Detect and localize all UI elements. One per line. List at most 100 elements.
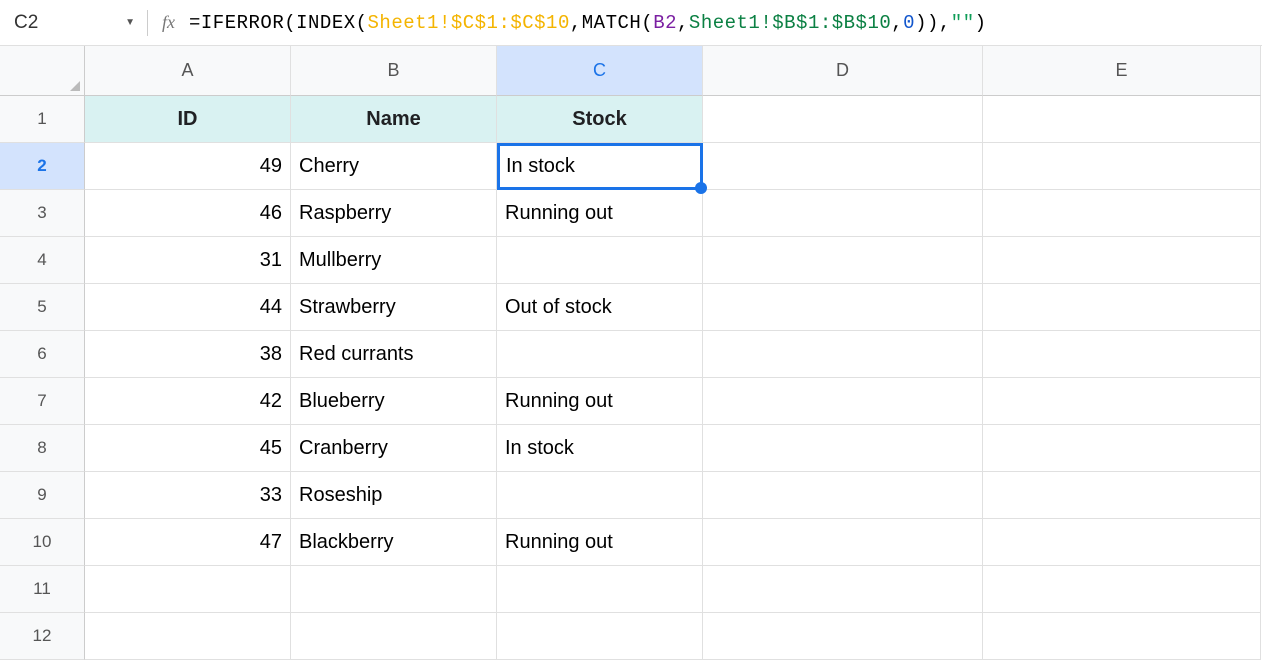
cell-D10[interactable] — [703, 519, 983, 566]
cell-C11[interactable] — [497, 566, 703, 613]
cell-A11[interactable] — [85, 566, 291, 613]
cell-E1[interactable] — [983, 96, 1261, 143]
cell-E11[interactable] — [983, 566, 1261, 613]
cell-E5[interactable] — [983, 284, 1261, 331]
formula-part: ) — [975, 12, 987, 34]
row-2: 249CherryIn stock — [0, 143, 1262, 190]
cell-C1[interactable]: Stock — [497, 96, 703, 143]
name-box-dropdown-icon[interactable]: ▼ — [125, 17, 135, 28]
row-header-8[interactable]: 8 — [0, 425, 85, 472]
cell-B1[interactable]: Name — [291, 96, 497, 143]
row-header-12[interactable]: 12 — [0, 613, 85, 660]
fx-icon[interactable]: fx — [162, 12, 175, 33]
cell-C2[interactable]: In stock — [497, 143, 703, 190]
cell-A4[interactable]: 31 — [85, 237, 291, 284]
cell-B4[interactable]: Mullberry — [291, 237, 497, 284]
cell-A6[interactable]: 38 — [85, 331, 291, 378]
column-header-E[interactable]: E — [983, 46, 1261, 96]
cell-D1[interactable] — [703, 96, 983, 143]
formula-part: )), — [915, 12, 951, 34]
row-1: 1IDNameStock — [0, 96, 1262, 143]
cell-B10[interactable]: Blackberry — [291, 519, 497, 566]
cell-C6[interactable] — [497, 331, 703, 378]
row-header-2[interactable]: 2 — [0, 143, 85, 190]
cell-D7[interactable] — [703, 378, 983, 425]
name-box[interactable]: C2 ▼ — [0, 12, 145, 34]
select-all-corner[interactable] — [0, 46, 85, 96]
cell-A1[interactable]: ID — [85, 96, 291, 143]
column-header-B[interactable]: B — [291, 46, 497, 96]
cell-C8[interactable]: In stock — [497, 425, 703, 472]
formula-part: =IFERROR(INDEX( — [189, 12, 368, 34]
cell-A9[interactable]: 33 — [85, 472, 291, 519]
cell-A5[interactable]: 44 — [85, 284, 291, 331]
row-3: 346RaspberryRunning out — [0, 190, 1262, 237]
cell-A7[interactable]: 42 — [85, 378, 291, 425]
column-header-A[interactable]: A — [85, 46, 291, 96]
grid-body: 1IDNameStock249CherryIn stock346Raspberr… — [0, 96, 1262, 660]
cell-C9[interactable] — [497, 472, 703, 519]
formula-range1: Sheet1!$C$1:$C$10 — [368, 12, 570, 34]
column-header-C[interactable]: C — [497, 46, 703, 96]
cell-D5[interactable] — [703, 284, 983, 331]
cell-E3[interactable] — [983, 190, 1261, 237]
row-header-4[interactable]: 4 — [0, 237, 85, 284]
cell-D3[interactable] — [703, 190, 983, 237]
row-8: 845CranberryIn stock — [0, 425, 1262, 472]
cell-A8[interactable]: 45 — [85, 425, 291, 472]
cell-E9[interactable] — [983, 472, 1261, 519]
row-7: 742BlueberryRunning out — [0, 378, 1262, 425]
cell-B11[interactable] — [291, 566, 497, 613]
cell-C3[interactable]: Running out — [497, 190, 703, 237]
cell-D4[interactable] — [703, 237, 983, 284]
row-header-3[interactable]: 3 — [0, 190, 85, 237]
cell-B9[interactable]: Roseship — [291, 472, 497, 519]
cell-C5[interactable]: Out of stock — [497, 284, 703, 331]
row-6: 638Red currants — [0, 331, 1262, 378]
row-header-7[interactable]: 7 — [0, 378, 85, 425]
cell-D8[interactable] — [703, 425, 983, 472]
cell-C10[interactable]: Running out — [497, 519, 703, 566]
formula-part: ,MATCH( — [570, 12, 653, 34]
cell-E10[interactable] — [983, 519, 1261, 566]
row-header-5[interactable]: 5 — [0, 284, 85, 331]
cell-B6[interactable]: Red currants — [291, 331, 497, 378]
cell-B12[interactable] — [291, 613, 497, 660]
cell-B8[interactable]: Cranberry — [291, 425, 497, 472]
formula-bar[interactable]: =IFERROR(INDEX(Sheet1!$C$1:$C$10,MATCH(B… — [189, 12, 987, 34]
cell-B5[interactable]: Strawberry — [291, 284, 497, 331]
cell-E7[interactable] — [983, 378, 1261, 425]
cell-A2[interactable]: 49 — [85, 143, 291, 190]
cell-A10[interactable]: 47 — [85, 519, 291, 566]
name-formula-bar: C2 ▼ fx =IFERROR(INDEX(Sheet1!$C$1:$C$10… — [0, 0, 1262, 46]
cell-D9[interactable] — [703, 472, 983, 519]
cell-D6[interactable] — [703, 331, 983, 378]
row-header-10[interactable]: 10 — [0, 519, 85, 566]
formula-part: , — [891, 12, 903, 34]
row-header-9[interactable]: 9 — [0, 472, 85, 519]
cell-E6[interactable] — [983, 331, 1261, 378]
cell-E12[interactable] — [983, 613, 1261, 660]
cell-D11[interactable] — [703, 566, 983, 613]
cell-C4[interactable] — [497, 237, 703, 284]
row-header-1[interactable]: 1 — [0, 96, 85, 143]
cell-B7[interactable]: Blueberry — [291, 378, 497, 425]
row-4: 431Mullberry — [0, 237, 1262, 284]
cell-A12[interactable] — [85, 613, 291, 660]
row-header-6[interactable]: 6 — [0, 331, 85, 378]
cell-D2[interactable] — [703, 143, 983, 190]
column-header-D[interactable]: D — [703, 46, 983, 96]
cell-A3[interactable]: 46 — [85, 190, 291, 237]
row-header-11[interactable]: 11 — [0, 566, 85, 613]
cell-E2[interactable] — [983, 143, 1261, 190]
row-5: 544StrawberryOut of stock — [0, 284, 1262, 331]
cell-D12[interactable] — [703, 613, 983, 660]
divider — [147, 10, 148, 36]
cell-B2[interactable]: Cherry — [291, 143, 497, 190]
cell-E8[interactable] — [983, 425, 1261, 472]
cell-B3[interactable]: Raspberry — [291, 190, 497, 237]
formula-part: , — [677, 12, 689, 34]
cell-C12[interactable] — [497, 613, 703, 660]
cell-C7[interactable]: Running out — [497, 378, 703, 425]
cell-E4[interactable] — [983, 237, 1261, 284]
